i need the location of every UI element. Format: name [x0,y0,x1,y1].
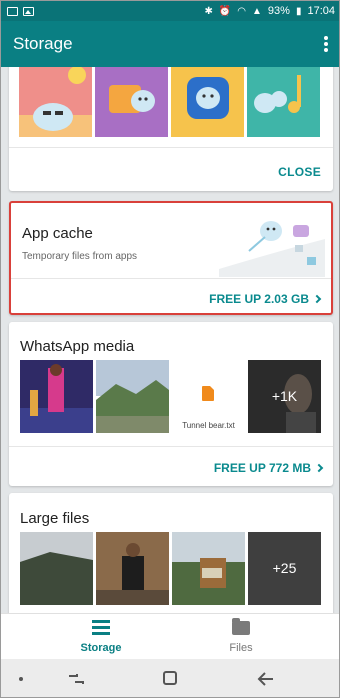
bottom-navigation: Storage Files [1,613,339,659]
nav-item-label: Files [229,642,253,654]
large-file-thumbnails: +25 [20,532,321,605]
wifi-icon: ◠ [237,5,247,17]
file-thumbnail[interactable]: Tunnel bear.txt [172,360,245,433]
page-title: Storage [13,34,73,53]
ghost-app-illustration [171,67,244,137]
app-bar: Storage [1,21,339,67]
card-title: App cache [22,225,93,242]
more-media-thumbnail[interactable]: +1K [248,360,321,433]
cache-illustration [219,221,325,277]
free-up-whatsapp-button[interactable]: FREE UP 772 MB [213,461,324,475]
free-up-cache-button[interactable]: FREE UP 2.03 GB [209,292,322,306]
large-files-card[interactable]: Large files +25 [9,493,333,613]
more-options-icon[interactable] [323,36,329,52]
file-thumbnail[interactable] [20,532,93,605]
home-button[interactable] [163,671,177,685]
more-files-thumbnail[interactable]: +25 [248,532,321,605]
recent-apps-icon[interactable] [67,672,85,686]
file-name: Tunnel bear.txt [182,421,235,430]
chevron-right-icon [314,463,324,473]
media-thumbnail[interactable] [96,360,169,433]
card-title: WhatsApp media [20,338,135,355]
card-title: Large files [20,510,90,527]
file-thumbnail[interactable] [172,532,245,605]
card-subtitle: Temporary files from apps [22,251,138,262]
folder-icon [232,618,250,635]
ghost-folder-illustration [95,67,168,137]
media-thumbnails: Tunnel bear.txt +1K [20,360,321,433]
divider [9,147,333,148]
media-thumbnail[interactable] [20,360,93,433]
back-arrow-icon[interactable] [257,671,275,687]
free-up-whatsapp-label: FREE UP 772 MB [213,461,311,475]
whatsapp-media-card[interactable]: WhatsApp media Tunnel bear.txt +1K FREE … [9,322,333,486]
free-up-cache-label: FREE UP 2.03 GB [209,292,309,306]
assistant-dot-icon[interactable] [19,677,23,681]
storage-icon [92,620,110,635]
divider [9,446,333,447]
bluetooth-icon: ✱ [204,5,213,17]
file-thumbnail[interactable] [96,532,169,605]
nav-item-storage[interactable]: Storage [61,620,141,654]
battery-icon: ▮ [295,5,302,17]
ghost-beach-illustration [19,67,92,137]
ghost-music-illustration [247,67,320,137]
promo-card: CLOSE [9,67,333,191]
close-button[interactable]: CLOSE [278,165,321,179]
system-navigation-bar [1,659,339,697]
storage-content[interactable]: CLOSE App cache Temporary files from app… [1,67,339,613]
more-count: +1K [271,388,298,404]
nav-item-label: Storage [80,642,122,654]
phone-screen: ✱ ⏰ ◠ ▲ 93% ▮ 17:04 Storage CLOSE App ca… [0,0,340,698]
promo-illustrations [19,67,320,137]
alarm-icon: ⏰ [218,5,232,17]
app-cache-card[interactable]: App cache Temporary files from apps FREE… [9,201,333,315]
battery-level: 93% [267,5,290,17]
gallery-notification-icon [23,6,34,16]
status-bar: ✱ ⏰ ◠ ▲ 93% ▮ 17:04 [1,1,339,21]
clock: 17:04 [307,5,335,17]
more-count: +25 [272,560,297,576]
chevron-right-icon [312,294,322,304]
divider [11,278,331,279]
text-file-icon [202,386,214,401]
nav-item-files[interactable]: Files [201,618,281,654]
signal-icon: ▲ [252,5,262,17]
notification-icon [7,6,18,16]
